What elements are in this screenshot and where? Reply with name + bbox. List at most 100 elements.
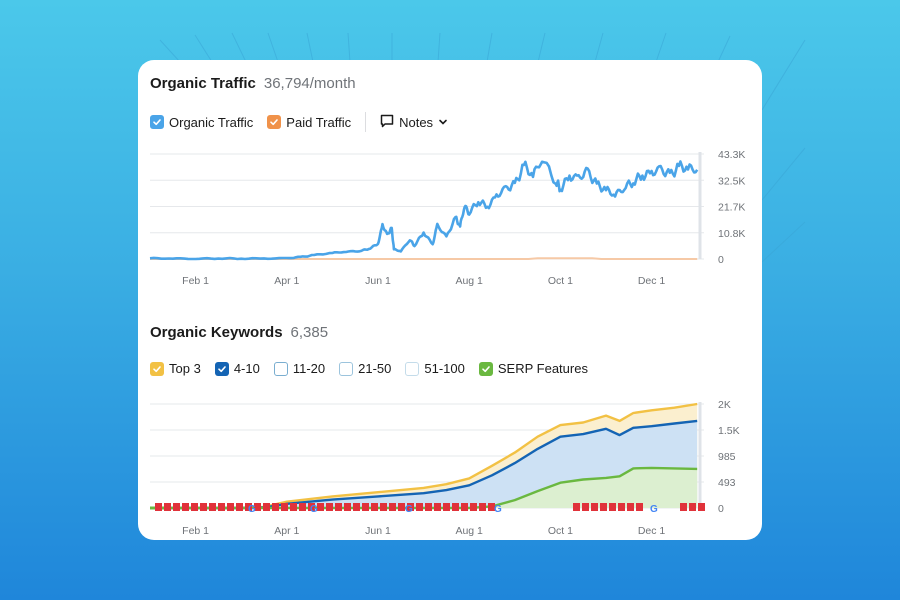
flag-icon — [479, 503, 486, 511]
legend-label: SERP Features — [497, 361, 588, 376]
traffic-value: 36,794/month — [263, 75, 356, 92]
legend-organic-traffic[interactable]: Organic Traffic — [150, 115, 253, 130]
x-tick-label: Feb 1 — [182, 275, 209, 287]
y-tick-label: 32.5K — [718, 175, 745, 187]
x-tick-label: Aug 1 — [455, 275, 483, 287]
notes-dropdown[interactable]: Notes — [380, 114, 448, 131]
flag-icon — [425, 503, 432, 511]
google-update-icon: G — [310, 504, 318, 515]
legend-label: 21-50 — [358, 361, 392, 376]
checkbox-checked-icon[interactable] — [150, 115, 164, 129]
flag-icon — [443, 503, 450, 511]
flag-icon — [290, 503, 297, 511]
flag-icon — [689, 503, 696, 511]
flag-icon — [582, 503, 589, 511]
google-update-icon: G — [650, 504, 658, 515]
organic-traffic-chart: 0 10.8K 21.7K 32.5K 43.3K Feb 1 Apr 1 Jun 1 Aug … — [149, 149, 745, 287]
checkbox-unchecked-icon[interactable] — [339, 361, 354, 376]
checkbox-checked-icon[interactable] — [214, 361, 229, 376]
flag-icon — [591, 503, 598, 511]
flag-icon — [344, 503, 351, 511]
flag-icon — [263, 503, 270, 511]
traffic-legend: Organic Traffic Paid Traffic Notes — [150, 112, 448, 132]
flag-icon — [627, 503, 634, 511]
checkbox-checked-icon[interactable] — [150, 361, 164, 376]
x-tick-label: Aug 1 — [455, 525, 483, 537]
flag-icon — [434, 503, 441, 511]
comment-icon — [380, 114, 394, 131]
flag-icon — [191, 503, 198, 511]
flag-icon — [326, 503, 333, 511]
flag-icon — [317, 503, 324, 511]
flag-icon — [299, 503, 306, 511]
keywords-legend: Top 3 4-10 11-20 21-50 51-100 SERP Features — [150, 361, 602, 376]
y-tick-label: 0 — [718, 254, 724, 266]
y-tick-label: 1.5K — [718, 425, 740, 437]
notes-label: Notes — [399, 114, 434, 130]
x-tick-label: Oct 1 — [548, 275, 573, 287]
keywords-header: Organic Keywords 6,385 — [150, 324, 328, 341]
legend-top-3[interactable]: Top 3 — [150, 361, 201, 376]
x-tick-label: Feb 1 — [182, 525, 209, 537]
analytics-card: Organic Traffic 36,794/month Organic Tra… — [138, 60, 762, 540]
legend-51-100[interactable]: 51-100 — [405, 361, 465, 376]
flag-icon — [353, 503, 360, 511]
checkbox-checked-icon[interactable] — [267, 115, 282, 129]
flag-icon — [636, 503, 643, 511]
flag-icon — [452, 503, 459, 511]
traffic-title: Organic Traffic — [150, 75, 256, 92]
legend-label: Organic Traffic — [169, 114, 254, 130]
y-tick-label: 985 — [718, 451, 736, 463]
legend-label: 4-10 — [233, 361, 260, 376]
flag-icon — [227, 503, 234, 511]
traffic-header: Organic Traffic 36,794/month — [150, 75, 356, 92]
checkbox-unchecked-icon[interactable] — [405, 361, 420, 376]
legend-label: 51-100 — [424, 361, 465, 376]
flag-icon — [470, 503, 477, 511]
y-tick-label: 0 — [718, 503, 724, 515]
flag-icon — [272, 503, 279, 511]
y-tick-label: 2K — [718, 399, 731, 411]
google-update-icon: G — [248, 504, 256, 515]
flag-icon — [389, 503, 396, 511]
flag-icon — [209, 503, 216, 511]
flag-icon — [218, 503, 225, 511]
checkbox-checked-icon[interactable] — [478, 361, 493, 376]
flag-icon — [362, 503, 369, 511]
flag-icon — [398, 503, 405, 511]
x-tick-label: Apr 1 — [274, 525, 299, 537]
legend-serp-features[interactable]: SERP Features — [478, 361, 588, 376]
keywords-title: Organic Keywords — [150, 324, 283, 341]
x-tick-label: Jun 1 — [365, 525, 391, 537]
legend-paid-traffic[interactable]: Paid Traffic — [267, 115, 351, 130]
y-tick-label: 493 — [718, 477, 736, 489]
x-tick-label: Jun 1 — [365, 275, 391, 287]
flag-icon — [600, 503, 607, 511]
y-tick-label: 43.3K — [718, 149, 745, 161]
flag-icon — [416, 503, 423, 511]
google-update-icon: G — [494, 504, 502, 515]
flag-icon — [680, 503, 687, 511]
y-tick-label: 10.8K — [718, 228, 745, 240]
divider — [365, 112, 367, 132]
google-update-icon: G — [405, 504, 413, 515]
organic-keywords-chart: 0 493 985 1.5K 2K Feb 1 Apr 1 Jun 1 Aug 1 Oct 1 De… — [150, 399, 740, 537]
flag-icon — [618, 503, 625, 511]
flag-icon — [236, 503, 243, 511]
flag-icon — [609, 503, 616, 511]
flag-icon — [698, 503, 705, 511]
flag-icon — [380, 503, 387, 511]
legend-11-20[interactable]: 11-20 — [273, 361, 326, 376]
flag-icon — [281, 503, 288, 511]
x-tick-label: Dec 1 — [638, 275, 666, 287]
checkbox-unchecked-icon[interactable] — [273, 361, 288, 376]
legend-label: Paid Traffic — [286, 114, 352, 130]
legend-21-50[interactable]: 21-50 — [339, 361, 391, 376]
legend-4-10[interactable]: 4-10 — [214, 361, 260, 376]
legend-label: 11-20 — [292, 361, 326, 376]
flag-icon — [371, 503, 378, 511]
x-tick-label: Oct 1 — [548, 525, 573, 537]
flag-icon — [573, 503, 580, 511]
flag-icon — [200, 503, 207, 511]
x-tick-label: Apr 1 — [274, 275, 299, 287]
